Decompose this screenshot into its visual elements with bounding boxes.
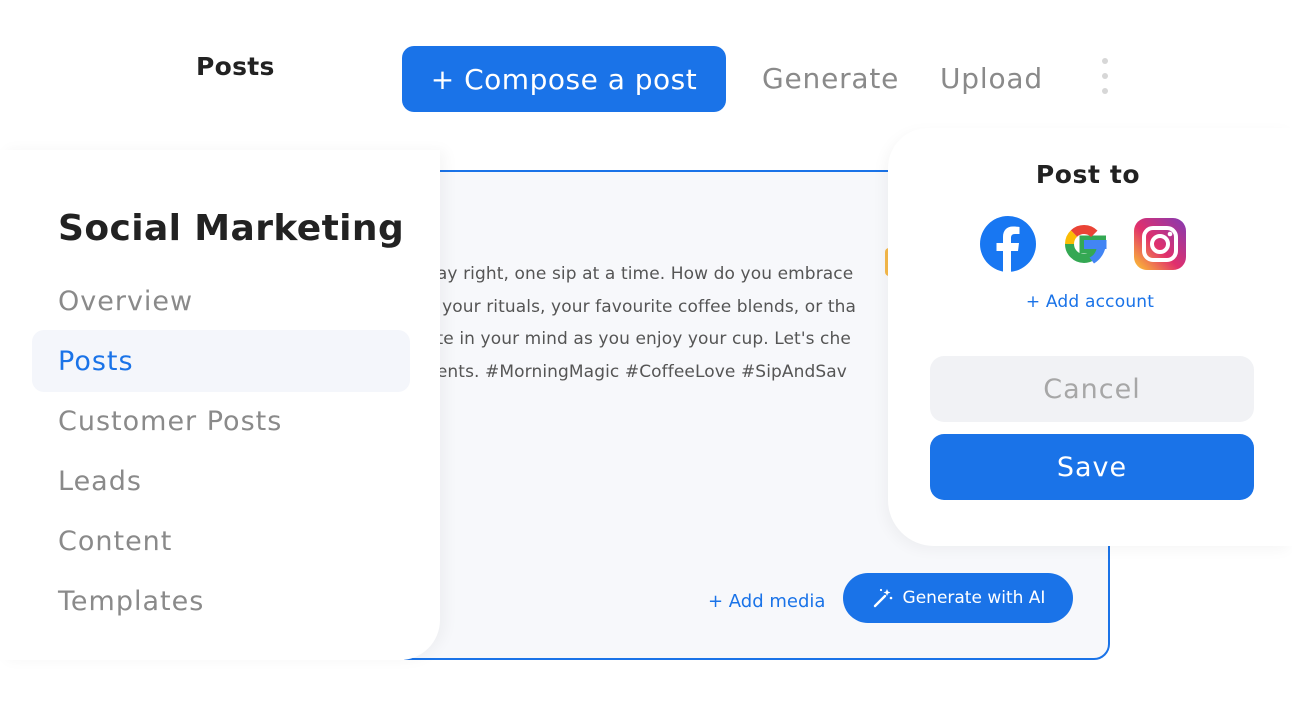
add-media-link[interactable]: + Add media (708, 591, 825, 612)
sidebar-item-posts[interactable]: Posts (32, 330, 410, 392)
sidebar-item-customer-posts[interactable]: Customer Posts (32, 390, 410, 452)
post-to-panel: Post to + Add account Cancel Save (888, 128, 1292, 546)
post-to-title: Post to (1035, 160, 1141, 189)
google-icon[interactable] (1056, 216, 1112, 272)
sidebar: Social Marketing Overview Posts Customer… (0, 150, 440, 660)
sidebar-item-overview[interactable]: Overview (32, 270, 410, 332)
sidebar-item-templates[interactable]: Templates (32, 570, 410, 632)
save-button[interactable]: Save (930, 434, 1254, 500)
instagram-icon[interactable] (1132, 216, 1188, 272)
generate-tab[interactable]: Generate (762, 62, 899, 95)
magic-wand-icon (873, 588, 892, 608)
upload-tab[interactable]: Upload (940, 62, 1043, 95)
generate-with-ai-label: Generate with AI (902, 588, 1046, 608)
generate-with-ai-button[interactable]: Generate with AI (843, 573, 1073, 623)
cancel-button[interactable]: Cancel (930, 356, 1254, 422)
add-account-link[interactable]: + Add account (888, 292, 1292, 312)
sidebar-item-leads[interactable]: Leads (32, 450, 410, 512)
sidebar-title: Social Marketing (58, 208, 405, 249)
compose-post-button[interactable]: + Compose a post (402, 46, 726, 112)
facebook-icon[interactable] (980, 216, 1036, 272)
more-options-icon[interactable] (1100, 58, 1110, 94)
page-title: Posts (196, 52, 275, 81)
sidebar-item-content[interactable]: Content (32, 510, 410, 572)
